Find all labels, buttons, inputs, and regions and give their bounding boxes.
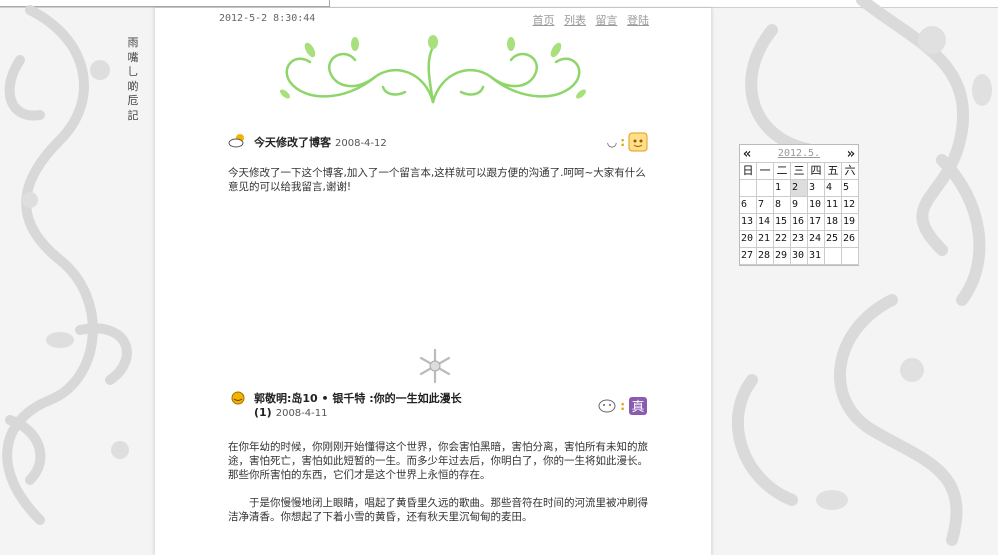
calendar-widget: « 2012.5. » 日一二三四五六 1 2 3 4 5 6 7 8 9 10 11 12 13 14 15… xyxy=(739,144,859,266)
post-date: 2008-4-12 xyxy=(335,138,387,149)
next-month-button[interactable]: » xyxy=(847,147,855,161)
post-body: 在你年幼的时候，你刚刚开始懂得这个世界，你会害怕黑暗，害怕分离，害怕所有未知的旅… xyxy=(228,440,648,524)
calendar-empty-cell xyxy=(825,248,842,265)
calendar-day[interactable]: 31 xyxy=(808,248,825,265)
calendar-weekday: 四 xyxy=(808,163,825,180)
calendar-header: « 2012.5. » xyxy=(740,145,858,163)
nav-list-link[interactable]: 列表 xyxy=(564,14,586,27)
calendar-day[interactable]: 23 xyxy=(791,231,808,248)
snowflake-divider-icon xyxy=(419,348,451,384)
calendar-day[interactable]: 22 xyxy=(774,231,791,248)
post-paragraph: 今天修改了一下这个博客,加入了一个留言本,这样就可以跟方便的沟通了.呵呵~大家有… xyxy=(228,167,646,193)
calendar-day[interactable]: 16 xyxy=(791,214,808,231)
calendar-empty-cell xyxy=(740,180,757,197)
calendar-day[interactable]: 14 xyxy=(757,214,774,231)
post-title-link[interactable]: 郭敬明:岛10 • 银千特 :你的一生如此漫长(1) 2008-4-11 xyxy=(254,392,504,421)
mood-separator: : xyxy=(620,399,625,413)
calendar-day[interactable]: 20 xyxy=(740,231,757,248)
calendar-day[interactable]: 12 xyxy=(842,197,859,214)
calendar-day[interactable]: 13 xyxy=(740,214,757,231)
blog-vertical-title: 雨嘴乚啲卮記 xyxy=(127,36,139,122)
mood-indicator: : 真 xyxy=(597,396,648,416)
prev-month-button[interactable]: « xyxy=(743,147,751,161)
sunny-icon xyxy=(231,391,245,405)
calendar-day[interactable]: 9 xyxy=(791,197,808,214)
background-floral-right xyxy=(731,0,992,546)
calendar-day[interactable]: 10 xyxy=(808,197,825,214)
calendar-month-label[interactable]: 2012.5. xyxy=(778,148,820,159)
calendar-day[interactable]: 17 xyxy=(808,214,825,231)
calendar-empty-cell xyxy=(842,248,859,265)
mood-face-icon: ◡ xyxy=(606,135,618,149)
blog-post: 今天修改了博客 2008-4-12 ◡ : 今天修改了一下这个博客,加入了一个留言… xyxy=(228,132,648,208)
calendar-day[interactable]: 15 xyxy=(774,214,791,231)
post-title-link[interactable]: 今天修改了博客 2008-4-12 xyxy=(254,134,387,150)
mood-separator: : xyxy=(620,135,625,149)
calendar-weekday: 日 xyxy=(740,163,757,180)
calendar-day[interactable]: 25 xyxy=(825,231,842,248)
top-navigation: 首页 列表 留言 登陆 xyxy=(527,12,650,28)
calendar-weekday: 二 xyxy=(774,163,791,180)
calendar-grid: 日一二三四五六 1 2 3 4 5 6 7 8 9 10 11 12 13 14 15 16 17 18 19 20 21… xyxy=(740,163,859,265)
mood-indicator: ◡ : xyxy=(607,132,648,152)
current-datetime: 2012-5-2 8:30:44 xyxy=(219,13,316,24)
calendar-weekday: 五 xyxy=(825,163,842,180)
calendar-day[interactable]: 27 xyxy=(740,248,757,265)
svg-text:真: 真 xyxy=(631,400,644,415)
calendar-day[interactable]: 19 xyxy=(842,214,859,231)
blog-post: 郭敬明:岛10 • 银千特 :你的一生如此漫长(1) 2008-4-11 : 真 … xyxy=(228,390,648,538)
true-icon: 真 xyxy=(629,397,647,415)
calendar-day[interactable]: 7 xyxy=(757,197,774,214)
post-date: 2008-4-11 xyxy=(275,408,328,419)
calendar-day[interactable]: 18 xyxy=(825,214,842,231)
calendar-day[interactable]: 2 xyxy=(791,180,808,197)
calendar-day[interactable]: 30 xyxy=(791,248,808,265)
calendar-weekday: 一 xyxy=(757,163,774,180)
post-paragraph: 于是你慢慢地闭上眼睛，唱起了黄昏里久远的歌曲。那些音符在时间的河流里被冲刷得洁净… xyxy=(228,497,648,523)
calendar-day[interactable]: 24 xyxy=(808,231,825,248)
mood-face-icon xyxy=(628,132,648,152)
post-header: 郭敬明:岛10 • 银千特 :你的一生如此漫长(1) 2008-4-11 : 真 xyxy=(228,390,648,424)
nav-home-link[interactable]: 首页 xyxy=(533,14,555,27)
calendar-day[interactable]: 28 xyxy=(757,248,774,265)
calendar-day[interactable]: 26 xyxy=(842,231,859,248)
post-body: 今天修改了一下这个博客,加入了一个留言本,这样就可以跟方便的沟通了.呵呵~大家有… xyxy=(228,166,648,194)
post-paragraph: 在你年幼的时候，你刚刚开始懂得这个世界，你会害怕黑暗，害怕分离，害怕所有未知的旅… xyxy=(228,441,648,481)
calendar-day[interactable]: 29 xyxy=(774,248,791,265)
calendar-day[interactable]: 5 xyxy=(842,180,859,197)
calendar-weekday: 三 xyxy=(791,163,808,180)
calendar-day[interactable]: 8 xyxy=(774,197,791,214)
main-content-panel: 2012-5-2 8:30:44 首页 列表 留言 登陆 今天修改了博客 200… xyxy=(154,8,712,555)
nav-login-link[interactable]: 登陆 xyxy=(627,14,649,27)
calendar-weekday: 六 xyxy=(842,163,859,180)
vine-ornament-image xyxy=(280,35,586,104)
calendar-day[interactable]: 21 xyxy=(757,231,774,248)
calendar-day[interactable]: 3 xyxy=(808,180,825,197)
calendar-empty-cell xyxy=(757,180,774,197)
post-header: 今天修改了博客 2008-4-12 ◡ : xyxy=(228,132,648,152)
doodle-face-icon xyxy=(598,399,616,413)
cloudy-sun-icon xyxy=(228,134,244,148)
calendar-day[interactable]: 6 xyxy=(740,197,757,214)
calendar-day[interactable]: 1 xyxy=(774,180,791,197)
post-title-text: 今天修改了博客 xyxy=(254,136,331,149)
calendar-day[interactable]: 11 xyxy=(825,197,842,214)
nav-guestbook-link[interactable]: 留言 xyxy=(596,14,618,27)
calendar-day[interactable]: 4 xyxy=(825,180,842,197)
